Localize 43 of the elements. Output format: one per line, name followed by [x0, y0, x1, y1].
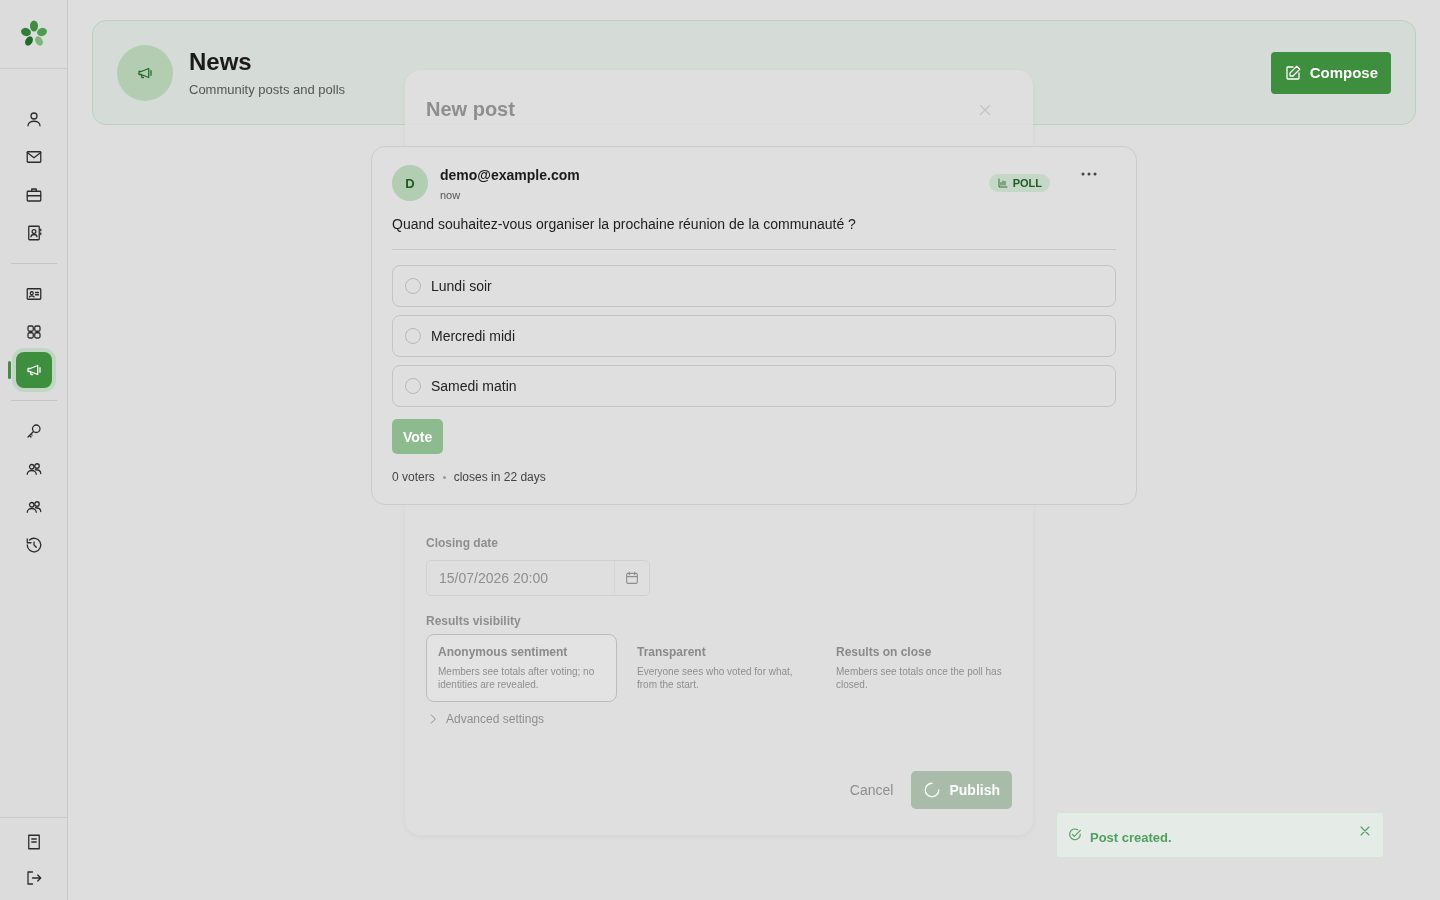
history-icon	[24, 536, 43, 554]
dialog-title: New post	[426, 98, 515, 121]
publish-button[interactable]: Publish	[911, 771, 1012, 809]
author-name: demo@example.com	[440, 167, 581, 183]
voter-count: 0 voters	[392, 470, 435, 484]
more-icon[interactable]	[1080, 171, 1098, 177]
field-label: Results visibility	[426, 614, 522, 628]
id-card-icon	[24, 285, 43, 303]
poll-option[interactable]: Samedi matin	[392, 365, 1116, 407]
cancel-button[interactable]: Cancel	[847, 782, 896, 798]
briefcase-icon	[24, 186, 43, 204]
spinner-icon	[923, 781, 942, 799]
post-time: now	[440, 189, 462, 201]
users-icon	[24, 498, 43, 516]
option-label: Lundi soir	[431, 278, 492, 294]
logout-icon	[24, 869, 43, 887]
page-subtitle: Community posts and polls	[189, 82, 347, 97]
page-title: News	[189, 48, 253, 76]
toast-message: Post created.	[1090, 828, 1173, 845]
person-icon	[24, 110, 43, 128]
check-circle-icon	[1067, 827, 1083, 843]
logo-icon	[19, 20, 48, 48]
option-label: Mercredi midi	[431, 328, 515, 344]
field-label: Closing date	[426, 536, 499, 550]
option-label: Samedi matin	[431, 378, 517, 394]
calendar-icon	[624, 570, 640, 586]
poll-option[interactable]: Mercredi midi	[392, 315, 1116, 357]
visibility-option[interactable]: Transparent Everyone sees who voted for what, from the start.	[625, 634, 816, 702]
visibility-option[interactable]: Anonymous sentiment Members see totals after voting; no identities are revealed.	[426, 634, 617, 702]
users-icon	[24, 460, 43, 478]
date-field[interactable]: 15/07/2026 20:00	[426, 560, 650, 596]
bar-chart-icon	[996, 177, 1009, 189]
mail-icon	[24, 148, 43, 166]
visibility-option[interactable]: Results on close Members see totals once the poll has closed.	[824, 634, 1015, 702]
poll-question: Quand souhaitez-vous organiser la prochaine réunion de la communauté ?	[392, 216, 1116, 250]
poll-option[interactable]: Lundi soir	[392, 265, 1116, 307]
avatar: D	[392, 165, 428, 201]
advanced-settings-toggle[interactable]: Advanced settings	[426, 712, 1012, 726]
grid-icon	[24, 323, 43, 341]
poll-badge: POLL	[988, 174, 1050, 192]
closing-time: closes in 22 days	[453, 470, 546, 484]
edit-icon	[1283, 63, 1302, 82]
compose-button[interactable]: Compose	[1270, 51, 1391, 94]
